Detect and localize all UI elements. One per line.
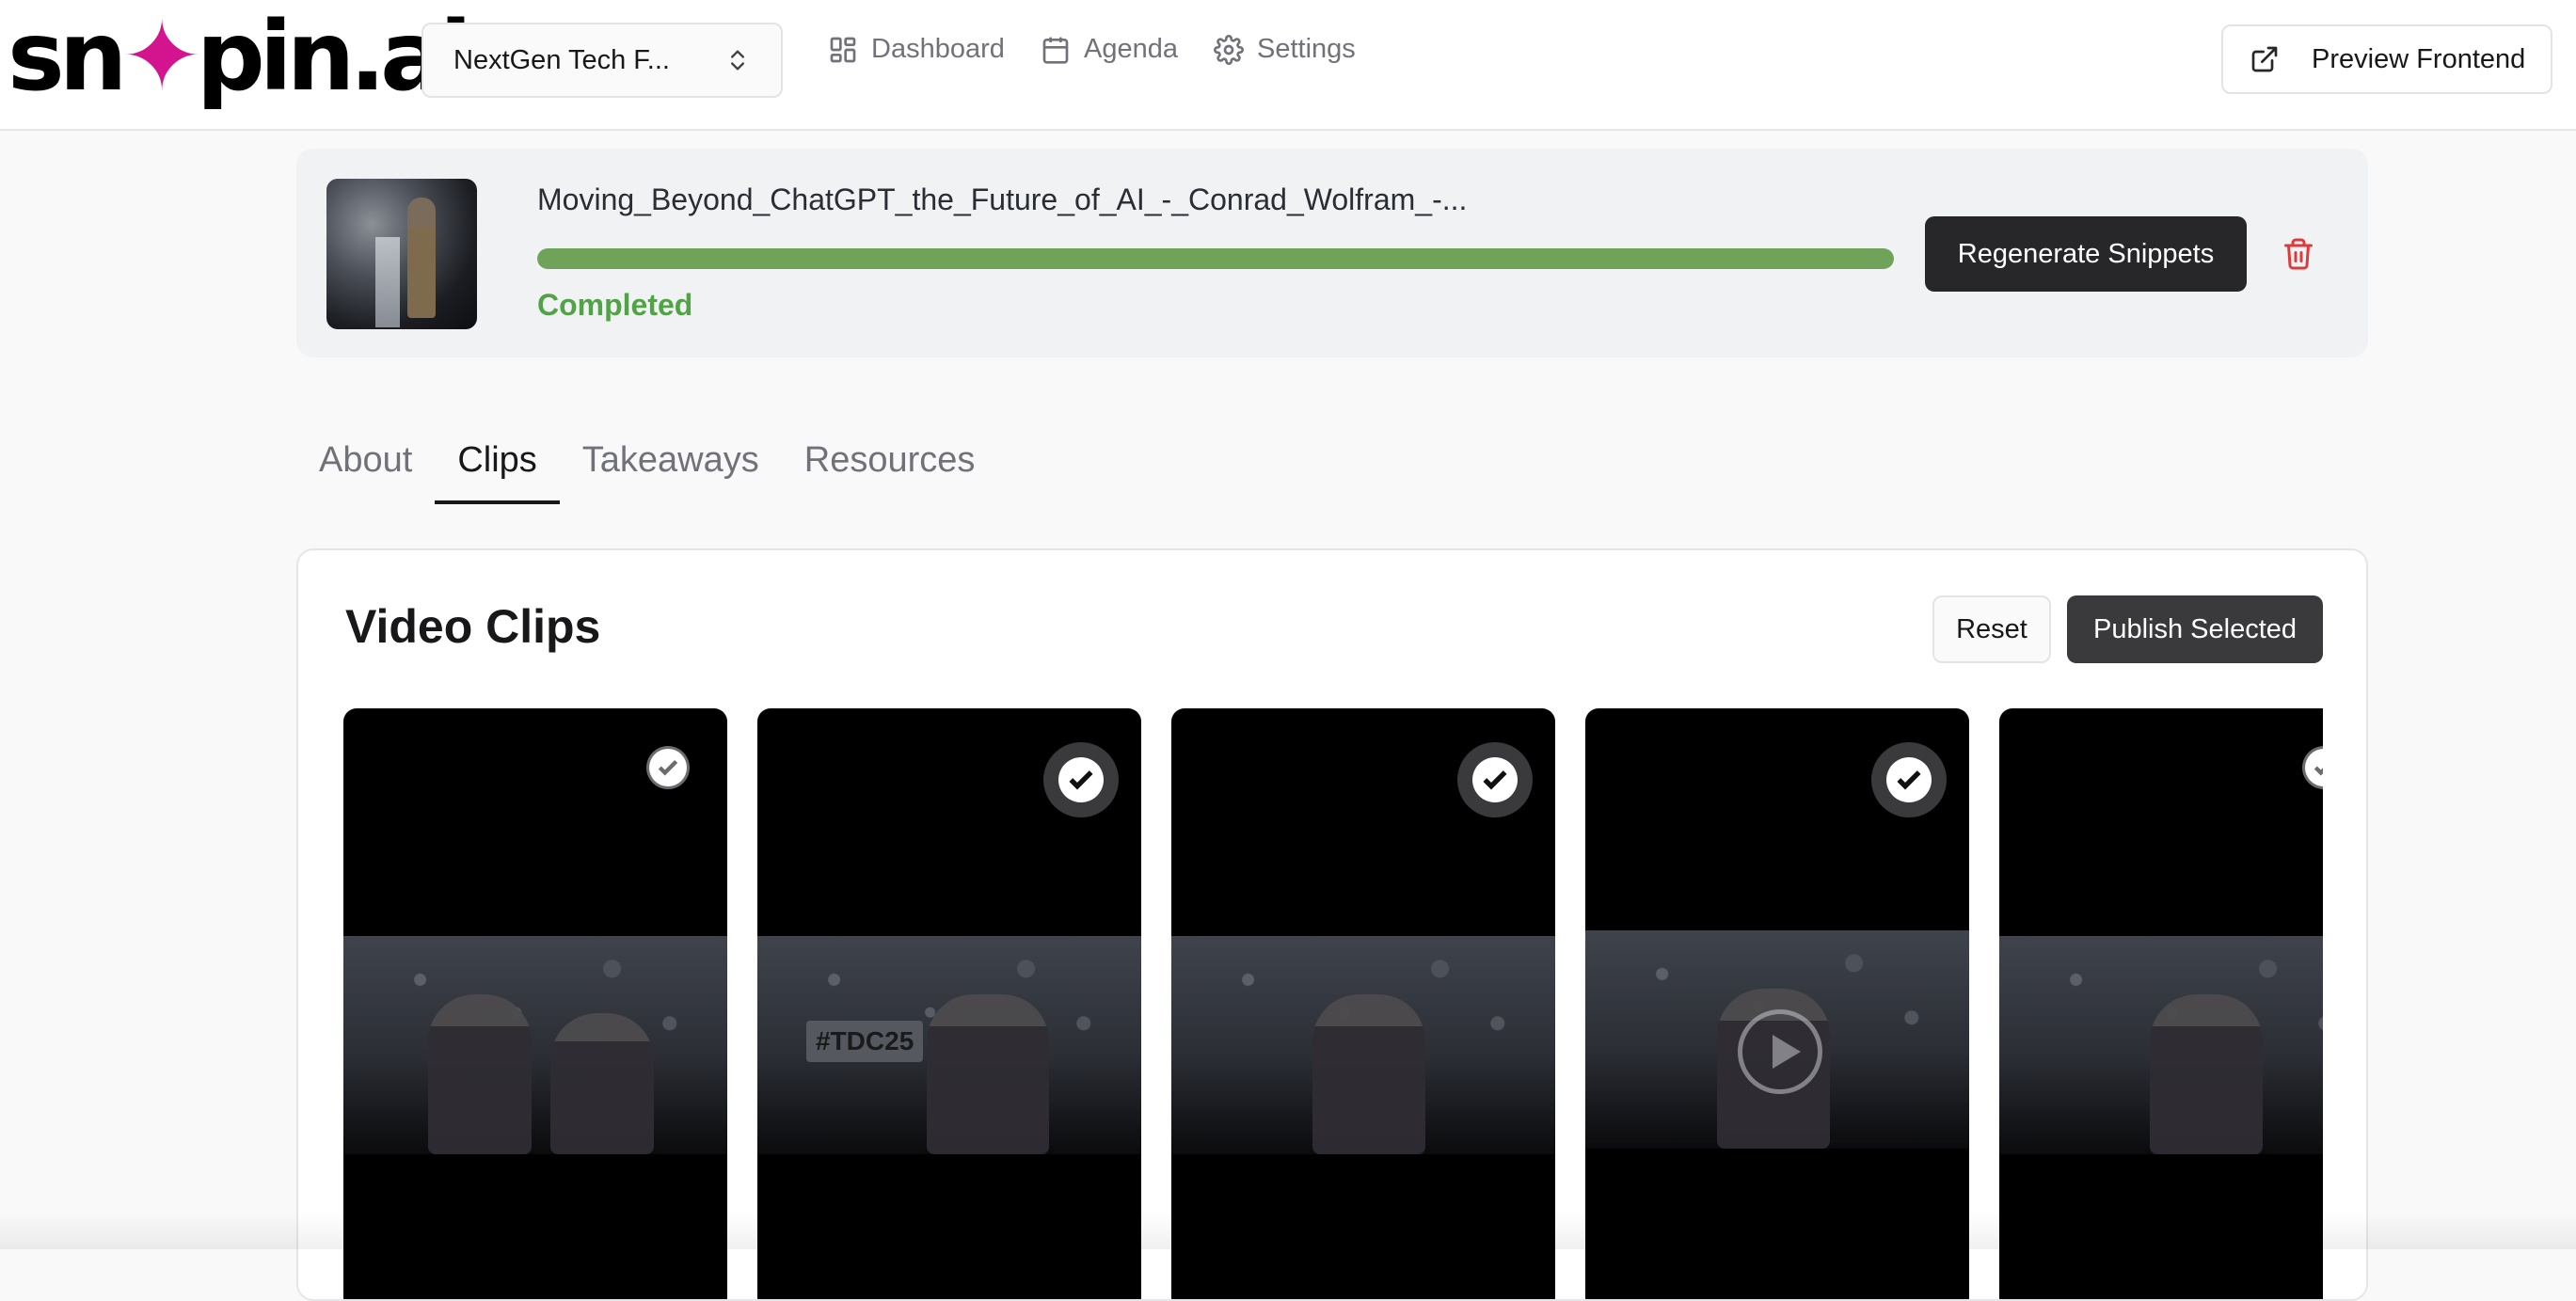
panel-title: Video Clips [345,600,601,653]
reset-button[interactable]: Reset [1932,595,2051,663]
processing-progress-bar [537,248,1894,269]
dashboard-icon [830,37,856,62]
tab-resources[interactable]: Resources [782,429,998,504]
checkmark-icon [2314,766,2323,776]
nav-dashboard-label: Dashboard [871,34,1005,64]
app-logo[interactable]: sn✦pin.ai [8,6,472,109]
preview-frontend-button[interactable]: Preview Frontend [2221,24,2552,94]
clip-card[interactable] [343,708,727,1299]
gear-icon [1214,34,1244,65]
clip-select-checkbox[interactable] [2302,746,2323,789]
checkmark-icon [1483,770,1507,790]
regenerate-snippets-button[interactable]: Regenerate Snippets [1925,216,2247,292]
chevron-up-down-icon [731,50,744,71]
status-label: Completed [537,288,693,322]
progress-fill [537,248,1894,269]
checkmark-icon [1069,770,1093,790]
clip-select-checkbox[interactable] [1043,742,1119,817]
event-select-value: NextGen Tech F... [453,44,670,75]
nav-agenda[interactable]: Agenda [1041,34,1178,65]
nav-settings-label: Settings [1257,34,1356,64]
tab-takeaways[interactable]: Takeaways [560,429,782,504]
trash-icon[interactable] [2282,235,2315,273]
clip-select-checkbox[interactable] [1871,742,1947,817]
event-select[interactable]: NextGen Tech F... [421,23,783,98]
checkmark-icon [658,759,678,776]
publish-selected-button[interactable]: Publish Selected [2067,595,2323,663]
preview-frontend-label: Preview Frontend [2312,43,2526,74]
calendar-icon [1042,37,1069,64]
clip-card[interactable] [1999,708,2323,1299]
video-clips-panel: Video Clips Reset Publish Selected #TDC2… [296,548,2368,1301]
clip-select-checkbox[interactable] [646,746,690,789]
clips-grid: #TDC25 [343,708,2323,1299]
clip-card[interactable] [1585,708,1969,1299]
top-bar: sn✦pin.ai NextGen Tech F... Dashboard Ag… [0,0,2576,131]
clip-overlay-tag: #TDC25 [806,1021,924,1062]
video-thumbnail [326,179,477,329]
checkmark-icon [1897,770,1921,790]
tab-bar: About Clips Takeaways Resources [296,429,997,504]
clip-card[interactable]: #TDC25 [757,708,1141,1299]
video-filename: Moving_Beyond_ChatGPT_the_Future_of_AI_-… [537,182,1468,216]
nav-dashboard[interactable]: Dashboard [828,34,1005,65]
clip-select-checkbox[interactable] [1457,742,1533,817]
video-status-card: Moving_Beyond_ChatGPT_the_Future_of_AI_-… [296,149,2368,357]
clip-card[interactable] [1171,708,1555,1299]
tab-about[interactable]: About [296,429,435,504]
external-link-icon [2251,46,2278,72]
play-icon[interactable] [1738,1009,1822,1094]
nav-agenda-label: Agenda [1084,34,1178,64]
nav-settings[interactable]: Settings [1214,34,1356,65]
tab-clips[interactable]: Clips [435,429,560,504]
